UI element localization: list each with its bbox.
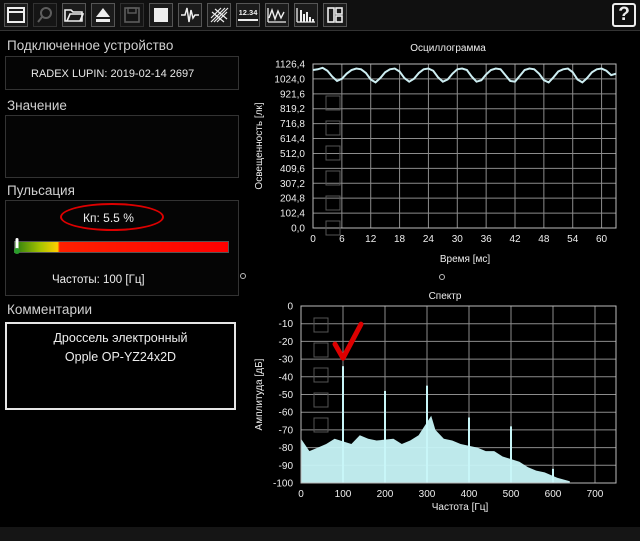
osc-y-tick: 716,8 (280, 119, 305, 130)
spec-x-label: Частота [Гц] (432, 502, 489, 513)
osc-plot-frame (312, 63, 617, 229)
osc-pan-icon (325, 120, 341, 136)
osc-y-tick: 204,8 (280, 194, 305, 205)
osc-x-tick: 54 (567, 234, 579, 245)
spec-y-tick: -40 (279, 372, 294, 383)
spec-x-tick: 700 (587, 489, 604, 500)
frequency-text: Частоты: 100 [Гц] (52, 274, 145, 286)
spec-y-tick: -50 (279, 390, 294, 401)
value-panel (5, 115, 239, 178)
osc-x-tick: 42 (509, 234, 521, 245)
device-panel: RADEX LUPIN: 2019-02-14 2697 (5, 56, 239, 90)
oscillogram-title: Осциллограмма (410, 43, 486, 54)
spec-x-tick: 0 (298, 489, 304, 500)
spectrum-chart: Спектр 0 100 200 300 400 500 600 700 0 -10 -20 -30 -4… (254, 291, 617, 513)
splitter-handle-2[interactable] (439, 274, 445, 280)
spec-x-tick: 100 (335, 489, 352, 500)
spec-y-tick: -100 (273, 479, 293, 490)
osc-x-tick: 18 (394, 234, 406, 245)
spec-x-tick: 600 (545, 489, 562, 500)
spec-y-tick: -20 (279, 337, 294, 348)
osc-y-tick: 512,0 (280, 149, 305, 160)
comment-line-2: Opple OP-YZ24x2D (64, 350, 177, 364)
value-label: Значение (7, 98, 67, 113)
osc-y-tick: 307,2 (280, 179, 305, 190)
kp-highlight-ellipse (60, 203, 164, 231)
osc-zoom-icon (325, 95, 341, 111)
spec-y-tick: -70 (279, 425, 294, 436)
numeric-display-label: 12.34 (239, 8, 259, 17)
spec-x-tick: 500 (503, 489, 520, 500)
spectrum-icon[interactable] (294, 3, 318, 27)
spec-y-tick: -80 (279, 443, 294, 454)
oscilloscope-icon[interactable] (265, 3, 289, 27)
pulsation-label: Пульсация (7, 183, 75, 198)
thermometer-icon (14, 238, 20, 254)
layout-icon[interactable] (323, 3, 347, 27)
comments-label: Комментарии (7, 302, 93, 317)
osc-x-tick: 30 (452, 234, 464, 245)
spec-x-tick: 200 (377, 489, 394, 500)
help-button[interactable]: ? (612, 3, 636, 27)
window-icon[interactable] (4, 3, 28, 27)
spec-y-label: Амплитуда [дБ] (254, 358, 265, 430)
osc-y-label: Освещенность [лк] (254, 102, 265, 189)
spec-y-tick: -90 (279, 461, 294, 472)
osc-x-label: Время [мс] (440, 254, 491, 265)
osc-x-tick: 0 (310, 234, 316, 245)
grid-icon[interactable] (207, 3, 231, 27)
osc-y-tick: 614,4 (280, 134, 305, 145)
osc-x-tick: 60 (596, 234, 608, 245)
osc-y-tick: 1024,0 (274, 74, 305, 85)
spec-zoom-in-icon (313, 367, 329, 383)
osc-x-tick: 6 (339, 234, 345, 245)
spec-pan-icon (313, 342, 329, 358)
oscillogram-trace (312, 66, 617, 84)
waveform-icon[interactable] (178, 3, 202, 27)
osc-x-tick: 36 (481, 234, 493, 245)
spectrum-title: Спектр (429, 291, 462, 302)
pulsation-bar (14, 241, 229, 253)
osc-x-tick: 24 (423, 234, 435, 245)
spectrum-noise-floor (301, 415, 570, 483)
eject-icon[interactable] (91, 3, 115, 27)
osc-y-tick: 819,2 (280, 104, 305, 115)
osc-y-tick: 409,6 (280, 164, 305, 175)
oscillogram-chart: Осциллограмма 0 6 12 18 24 30 36 42 48 54 60 0,0 102,… (254, 43, 617, 265)
spec-zoom-icon (313, 317, 329, 333)
comments-box[interactable]: Дроссель электронный Opple OP-YZ24x2D (5, 322, 236, 410)
spec-x-tick: 300 (419, 489, 436, 500)
status-bar (0, 527, 640, 541)
device-name: RADEX LUPIN: 2019-02-14 2697 (31, 68, 195, 80)
osc-y-tick: 102,4 (280, 209, 305, 220)
osc-y-tick: 921,6 (280, 89, 305, 100)
osc-y-tick: 0,0 (291, 224, 305, 235)
search-icon[interactable] (33, 3, 57, 27)
spec-y-tick: -10 (279, 319, 294, 330)
spec-y-tick: -30 (279, 355, 294, 366)
toolbar: 12.34 ? (0, 0, 640, 31)
osc-x-tick: 48 (538, 234, 550, 245)
spec-x-tick: 400 (461, 489, 478, 500)
spec-zoom-out-icon (313, 392, 329, 408)
folder-icon[interactable] (62, 3, 86, 27)
save-icon[interactable] (120, 3, 144, 27)
connected-device-label: Подключенное устройство (7, 38, 174, 53)
spec-y-tick: 0 (287, 302, 293, 313)
osc-x-tick: 12 (365, 234, 377, 245)
comment-line-1: Дроссель электронный (53, 331, 188, 345)
osc-y-tick: 1126,4 (275, 60, 305, 71)
stop-icon[interactable] (149, 3, 173, 27)
numeric-display-icon[interactable]: 12.34 (236, 3, 260, 27)
spec-y-tick: -60 (279, 408, 294, 419)
